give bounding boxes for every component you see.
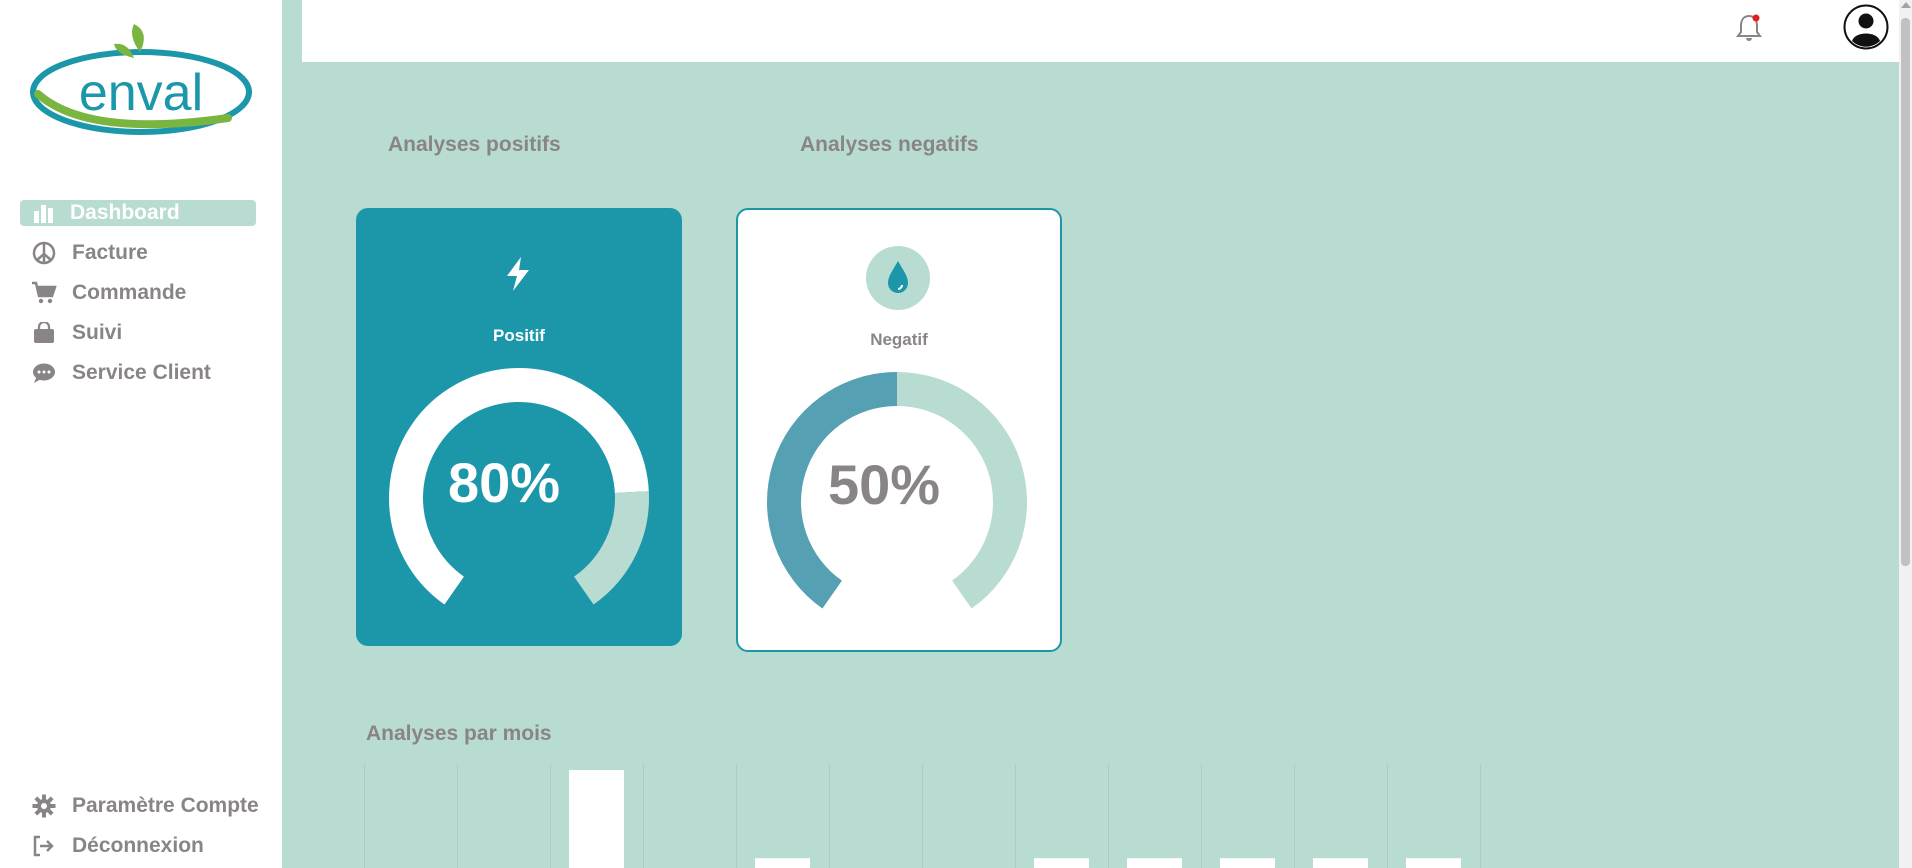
user-avatar-icon[interactable] xyxy=(1843,4,1889,50)
monthly-title: Analyses par mois xyxy=(366,722,552,745)
sidebar-item-label: Service Client xyxy=(72,361,211,384)
scroll-up-arrow[interactable] xyxy=(1901,2,1911,8)
chart-bar xyxy=(1127,858,1182,868)
sidebar-item-dashboard[interactable]: Dashboard xyxy=(20,200,256,226)
sidebar-item-deconnexion[interactable]: Déconnexion xyxy=(20,826,270,866)
sidebar: enval Dashboard Facture Commande Suivi S… xyxy=(0,0,282,868)
enval-logo[interactable]: enval xyxy=(28,22,254,140)
positive-gauge-value: 80% xyxy=(448,451,561,514)
chart-bar xyxy=(1034,858,1089,868)
sidebar-item-label: Commande xyxy=(72,281,187,304)
top-bar xyxy=(302,0,1899,62)
sidebar-item-label: Facture xyxy=(72,241,148,264)
chart-bar xyxy=(569,770,624,868)
bolt-icon xyxy=(507,257,529,291)
peace-icon xyxy=(30,241,58,265)
chart-bar xyxy=(1313,858,1368,868)
logout-icon xyxy=(30,834,58,858)
gear-icon xyxy=(30,794,58,818)
sidebar-item-commande[interactable]: Commande xyxy=(20,273,256,313)
sidebar-item-label: Paramètre Compte xyxy=(72,794,259,817)
positive-card[interactable]: Positif 80% xyxy=(356,208,682,646)
chart-bar xyxy=(755,858,810,868)
chat-icon xyxy=(30,361,58,385)
negative-title: Analyses negatifs xyxy=(800,133,979,156)
chart-bar xyxy=(1220,858,1275,868)
negative-card[interactable]: Negatif 50% xyxy=(736,208,1062,652)
scrollbar-thumb[interactable] xyxy=(1901,18,1910,566)
positive-title: Analyses positifs xyxy=(388,133,561,156)
negative-label: Negatif xyxy=(870,330,928,349)
sidebar-item-label: Déconnexion xyxy=(72,834,204,857)
bag-icon xyxy=(30,321,58,345)
logo-text: enval xyxy=(79,64,203,122)
sidebar-item-label: Suivi xyxy=(72,321,123,344)
cart-icon xyxy=(30,281,58,305)
drop-icon xyxy=(866,246,930,310)
negative-gauge-value: 50% xyxy=(828,453,941,516)
bar-chart-icon xyxy=(30,201,58,225)
chart-bar xyxy=(1406,858,1461,868)
sidebar-item-service-client[interactable]: Service Client xyxy=(20,353,256,393)
sidebar-bottom-nav: Paramètre Compte Déconnexion xyxy=(20,786,270,866)
sidebar-item-suivi[interactable]: Suivi xyxy=(20,313,256,353)
positive-label: Positif xyxy=(493,326,545,345)
sidebar-item-label: Dashboard xyxy=(70,201,180,224)
sidebar-item-parametre-compte[interactable]: Paramètre Compte xyxy=(20,786,270,826)
sidebar-nav: Dashboard Facture Commande Suivi Service… xyxy=(20,200,256,393)
bell-icon[interactable] xyxy=(1734,12,1764,44)
gauge-remaining-arc xyxy=(573,491,649,605)
monthly-bar-chart xyxy=(364,764,1481,868)
sidebar-item-facture[interactable]: Facture xyxy=(20,233,256,273)
